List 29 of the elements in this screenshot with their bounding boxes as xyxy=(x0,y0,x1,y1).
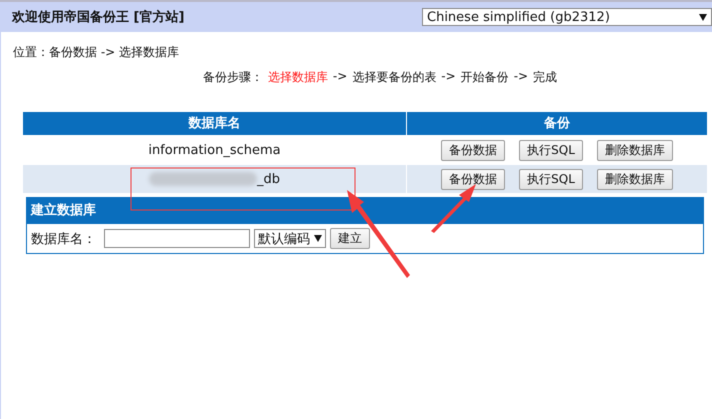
encoding-select[interactable]: 默认编码 xyxy=(254,229,326,248)
step: 开始备份 xyxy=(460,69,509,86)
caret-icon xyxy=(314,235,322,242)
column-header: 数据库名 xyxy=(23,112,406,135)
arrow-drawing xyxy=(431,184,476,233)
database-name: information_schema xyxy=(148,142,281,158)
step-arrow: -> xyxy=(332,69,348,85)
app-title: 欢迎使用帝国备份王 [官方站] xyxy=(12,8,184,26)
action-button[interactable]: 删除数据库 xyxy=(596,168,673,190)
action-button[interactable]: 执行SQL xyxy=(519,140,583,160)
panel-title: 建立数据库 xyxy=(27,198,703,224)
create-button[interactable]: 建立 xyxy=(330,228,370,249)
step: 选择要备份的表 xyxy=(352,69,436,86)
breadcrumb: 位置：备份数据 -> 选择数据库 xyxy=(13,44,180,61)
step: 完成 xyxy=(533,69,558,86)
step-arrow: -> xyxy=(514,69,528,85)
language-select[interactable]: Chinese simplified (gb2312) xyxy=(422,8,712,26)
field-label: 数据库名： xyxy=(31,230,96,248)
column-header: 备份 xyxy=(407,112,707,135)
action-button[interactable]: 备份数据 xyxy=(441,140,506,160)
steps-label: 备份步骤： xyxy=(202,69,263,86)
action-button[interactable]: 执行SQL xyxy=(519,168,583,190)
input-field[interactable] xyxy=(104,229,250,248)
action-button[interactable]: 删除数据库 xyxy=(596,140,673,160)
database-name: _db xyxy=(256,172,280,186)
caret-icon xyxy=(699,14,707,20)
step: 选择数据库 xyxy=(268,69,328,86)
action-button[interactable]: 备份数据 xyxy=(441,168,506,190)
step-arrow: -> xyxy=(441,69,456,85)
